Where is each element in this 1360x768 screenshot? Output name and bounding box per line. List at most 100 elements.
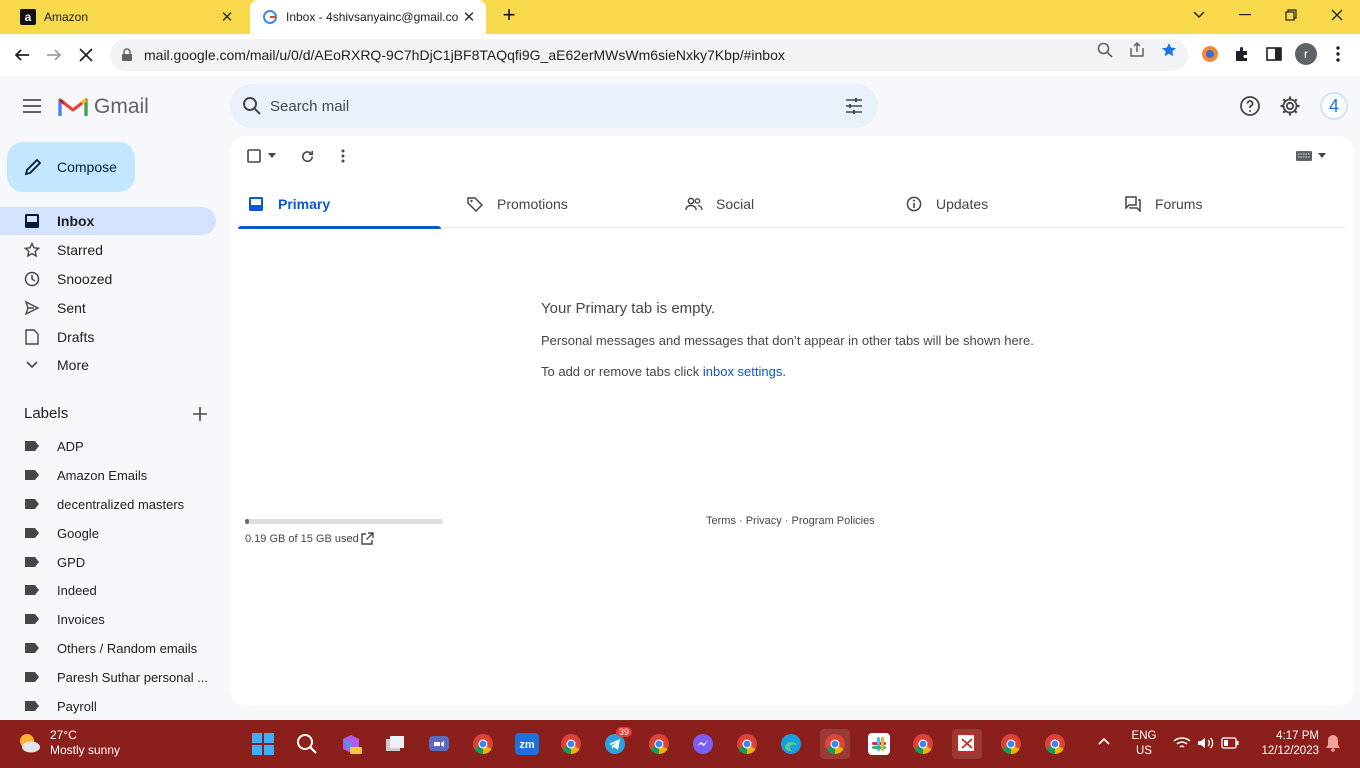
meet-chat-icon[interactable] xyxy=(424,729,454,759)
tab-updates[interactable]: Updates xyxy=(896,180,1099,228)
label-item[interactable]: Payroll xyxy=(0,693,216,719)
chrome-icon[interactable] xyxy=(732,729,762,759)
file-explorer-icon[interactable] xyxy=(380,729,410,759)
wifi-icon[interactable] xyxy=(1173,736,1191,753)
slack-icon[interactable] xyxy=(864,729,894,759)
chrome-menu-icon[interactable] xyxy=(1328,44,1348,64)
search-input[interactable] xyxy=(270,94,830,118)
label-tag-icon xyxy=(25,701,39,711)
new-tab-button[interactable]: + xyxy=(498,4,520,27)
inbox-settings-link[interactable]: inbox settings xyxy=(703,364,783,379)
forward-button[interactable] xyxy=(40,41,68,69)
region-code: US xyxy=(1136,745,1152,757)
language-indicator[interactable]: ENG US xyxy=(1130,729,1158,759)
battery-icon[interactable] xyxy=(1221,737,1239,752)
label-name: Google xyxy=(57,525,99,541)
messenger-icon[interactable] xyxy=(688,729,718,759)
chrome-icon[interactable] xyxy=(1040,729,1070,759)
refresh-button[interactable] xyxy=(300,146,315,166)
system-clock[interactable]: 4:17 PM 12/12/2023 xyxy=(1255,729,1319,759)
windows-start-icon[interactable] xyxy=(248,729,278,759)
browser-tab-gmail[interactable]: Inbox - 4shivsanyainc@gmail.co ✕ xyxy=(250,0,486,34)
chrome-icon[interactable] xyxy=(468,729,498,759)
tab-title: Inbox - 4shivsanyainc@gmail.co xyxy=(286,10,459,24)
back-button[interactable] xyxy=(8,41,36,69)
label-item[interactable]: GPD xyxy=(0,549,216,575)
zoom-icon[interactable] xyxy=(1097,42,1113,58)
show-hidden-icons-icon[interactable] xyxy=(1098,734,1110,748)
zoom-app-icon[interactable]: zm xyxy=(512,729,542,759)
compose-button[interactable]: Compose xyxy=(7,142,135,192)
restore-button[interactable] xyxy=(1268,0,1314,30)
sidebar-item-starred[interactable]: Starred xyxy=(0,236,216,264)
help-icon[interactable] xyxy=(1238,94,1262,118)
gmail-logo-icon[interactable] xyxy=(58,94,88,118)
label-item[interactable]: Amazon Emails xyxy=(0,462,216,488)
chrome-icon[interactable] xyxy=(996,729,1026,759)
tab-search-icon[interactable] xyxy=(1176,0,1222,30)
caret-down-icon xyxy=(1318,153,1326,158)
address-bar[interactable]: mail.google.com/mail/u/0/d/AEoRXRQ-9C7hD… xyxy=(110,39,1188,71)
tab-label: Forums xyxy=(1155,196,1203,212)
sidebar-item-more[interactable]: More xyxy=(0,351,216,379)
stop-loading-button[interactable] xyxy=(72,41,100,69)
volume-icon[interactable] xyxy=(1197,736,1215,753)
search-bar[interactable] xyxy=(230,84,878,128)
open-in-new-icon[interactable] xyxy=(360,532,374,546)
label-item[interactable]: ADP xyxy=(0,433,216,459)
browser-tab-amazon[interactable]: a Amazon ✕ xyxy=(8,0,244,34)
tab-label: Updates xyxy=(936,196,989,212)
weather-widget[interactable]: 27°C Mostly sunny xyxy=(16,728,120,758)
bookmark-star-icon[interactable] xyxy=(1161,42,1177,58)
label-item[interactable]: Paresh Suthar personal ... xyxy=(0,664,216,690)
search-options-icon[interactable] xyxy=(844,96,864,116)
more-options-button[interactable] xyxy=(341,146,345,166)
sidebar-item-sent[interactable]: Sent xyxy=(0,294,216,322)
select-all-checkbox[interactable] xyxy=(247,146,276,166)
label-item[interactable]: Google xyxy=(0,520,216,546)
taskbar-search-icon[interactable] xyxy=(292,729,322,759)
input-tools-button[interactable] xyxy=(1296,146,1326,166)
sidebar-item-drafts[interactable]: Drafts xyxy=(0,323,216,351)
tab-social[interactable]: Social xyxy=(676,180,879,228)
tab-primary[interactable]: Primary xyxy=(238,180,441,229)
sidebar-item-inbox[interactable]: Inbox xyxy=(0,207,216,235)
add-label-icon[interactable] xyxy=(191,405,209,423)
more-vert-icon xyxy=(341,149,345,163)
browser-tabstrip: a Amazon ✕ Inbox - 4shivsanyainc@gmail.c… xyxy=(0,0,1360,34)
footer-links[interactable]: Terms · Privacy · Program Policies xyxy=(706,515,875,527)
clock-date: 12/12/2023 xyxy=(1261,745,1319,757)
url-text: mail.google.com/mail/u/0/d/AEoRXRQ-9C7hD… xyxy=(144,47,785,63)
label-tag-icon xyxy=(25,557,39,567)
main-menu-icon[interactable] xyxy=(20,94,44,118)
close-tab-icon[interactable]: ✕ xyxy=(460,8,478,26)
extension-icon[interactable] xyxy=(1200,44,1220,64)
close-tab-icon[interactable]: ✕ xyxy=(218,8,236,26)
label-item[interactable]: Invoices xyxy=(0,606,216,632)
label-item[interactable]: Indeed xyxy=(0,577,216,603)
side-panel-icon[interactable] xyxy=(1264,44,1284,64)
tab-forums[interactable]: Forums xyxy=(1115,180,1318,228)
chrome-icon[interactable] xyxy=(644,729,674,759)
telegram-icon[interactable]: 39 xyxy=(600,727,632,759)
chrome-icon[interactable] xyxy=(820,729,850,759)
extensions-puzzle-icon[interactable] xyxy=(1232,44,1252,64)
search-icon[interactable] xyxy=(242,96,262,116)
close-window-button[interactable] xyxy=(1314,0,1360,30)
share-icon[interactable] xyxy=(1129,42,1145,58)
label-item[interactable]: decentralized masters xyxy=(0,491,216,517)
settings-gear-icon[interactable] xyxy=(1278,94,1302,118)
edge-icon[interactable] xyxy=(776,729,806,759)
minimize-button[interactable] xyxy=(1222,0,1268,30)
profile-avatar[interactable]: r xyxy=(1295,43,1317,65)
chrome-icon[interactable] xyxy=(908,729,938,759)
snipping-tool-icon[interactable] xyxy=(952,729,982,759)
office-app-icon[interactable] xyxy=(336,729,366,759)
chrome-icon[interactable] xyxy=(556,729,586,759)
account-avatar[interactable]: 4 xyxy=(1320,92,1348,120)
notification-bell-icon[interactable] xyxy=(1325,734,1341,755)
sidebar-item-label: Inbox xyxy=(57,213,95,229)
sidebar-item-snoozed[interactable]: Snoozed xyxy=(0,265,216,293)
tab-promotions[interactable]: Promotions xyxy=(457,180,660,228)
label-item[interactable]: Others / Random emails xyxy=(0,635,216,661)
